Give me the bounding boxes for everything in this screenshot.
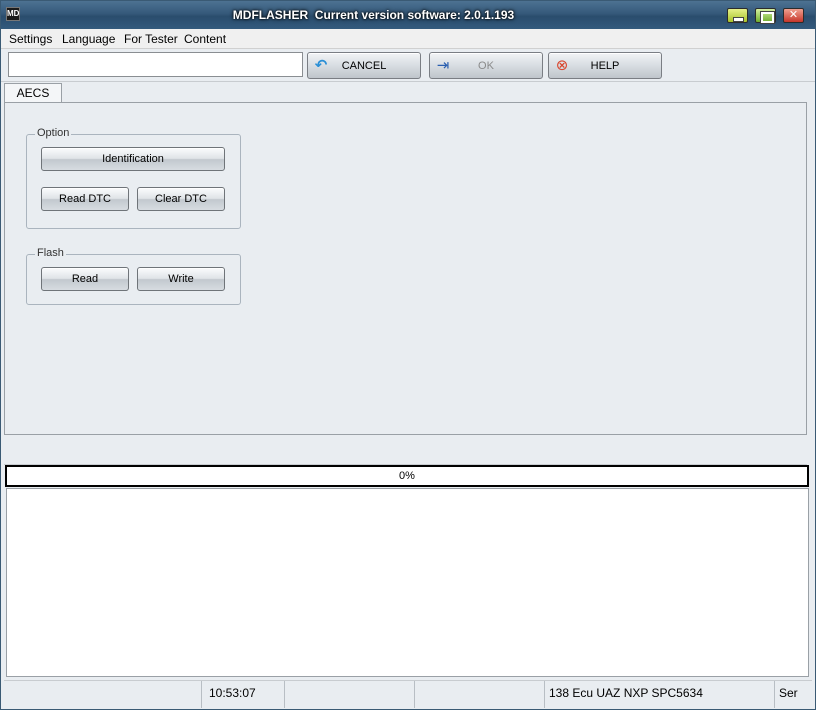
menu-settings[interactable]: Settings — [9, 32, 52, 46]
window-title: MDFLASHER Current version software: 2.0.… — [232, 8, 515, 22]
status-cell-3 — [285, 681, 415, 708]
toolbar: ↶ CANCEL ⇥ OK ⊗ HELP — [1, 49, 815, 82]
minimize-button[interactable] — [727, 8, 748, 23]
status-time: 10:53:07 — [205, 681, 285, 708]
main-window: MD MDFLASHER Current version software: 2… — [0, 0, 816, 710]
menu-for-tester[interactable]: For Tester — [124, 32, 178, 46]
progress-bar: 0% — [5, 465, 809, 487]
identification-button[interactable]: Identification — [41, 147, 225, 171]
help-label: HELP — [590, 60, 620, 72]
read-dtc-button[interactable]: Read DTC — [41, 187, 129, 211]
menu-language[interactable]: Language — [62, 32, 115, 46]
separator-area — [4, 435, 807, 465]
help-button[interactable]: ⊗ HELP — [548, 52, 662, 79]
title-bar[interactable]: MD MDFLASHER Current version software: 2… — [1, 1, 815, 29]
cancel-button[interactable]: ↶ CANCEL — [307, 52, 421, 79]
flash-read-button[interactable]: Read — [41, 267, 129, 291]
maximize-button[interactable] — [755, 8, 776, 24]
option-group-label: Option — [35, 127, 72, 139]
progress-text: 0% — [399, 470, 415, 482]
status-ecu: 138 Ecu UAZ NXP SPC5634 — [545, 681, 775, 708]
flash-group-label: Flash — [35, 247, 66, 259]
flash-group: Flash Read Write — [26, 247, 241, 305]
tab-panel: Option Identification Read DTC Clear DTC… — [4, 102, 807, 435]
tab-aecs-uaz[interactable]: AECS UAZ — [4, 83, 62, 118]
status-bar: 10:53:07 138 Ecu UAZ NXP SPC5634 Ser — [4, 680, 812, 708]
option-group: Option Identification Read DTC Clear DTC — [26, 127, 241, 229]
ok-button[interactable]: ⇥ OK — [429, 52, 543, 79]
command-input[interactable] — [8, 52, 303, 77]
status-cell-4 — [415, 681, 545, 708]
log-area[interactable] — [6, 488, 809, 677]
cancel-label: CANCEL — [341, 60, 387, 72]
status-cell-1 — [4, 681, 202, 708]
close-button[interactable] — [783, 8, 804, 23]
clear-dtc-button[interactable]: Clear DTC — [137, 187, 225, 211]
status-cell-6: Ser — [779, 686, 798, 700]
flash-write-button[interactable]: Write — [137, 267, 225, 291]
ok-label: OK — [478, 60, 494, 72]
menu-content[interactable]: Content — [184, 32, 226, 46]
menu-bar: Settings Language For Tester Content — [1, 29, 815, 49]
